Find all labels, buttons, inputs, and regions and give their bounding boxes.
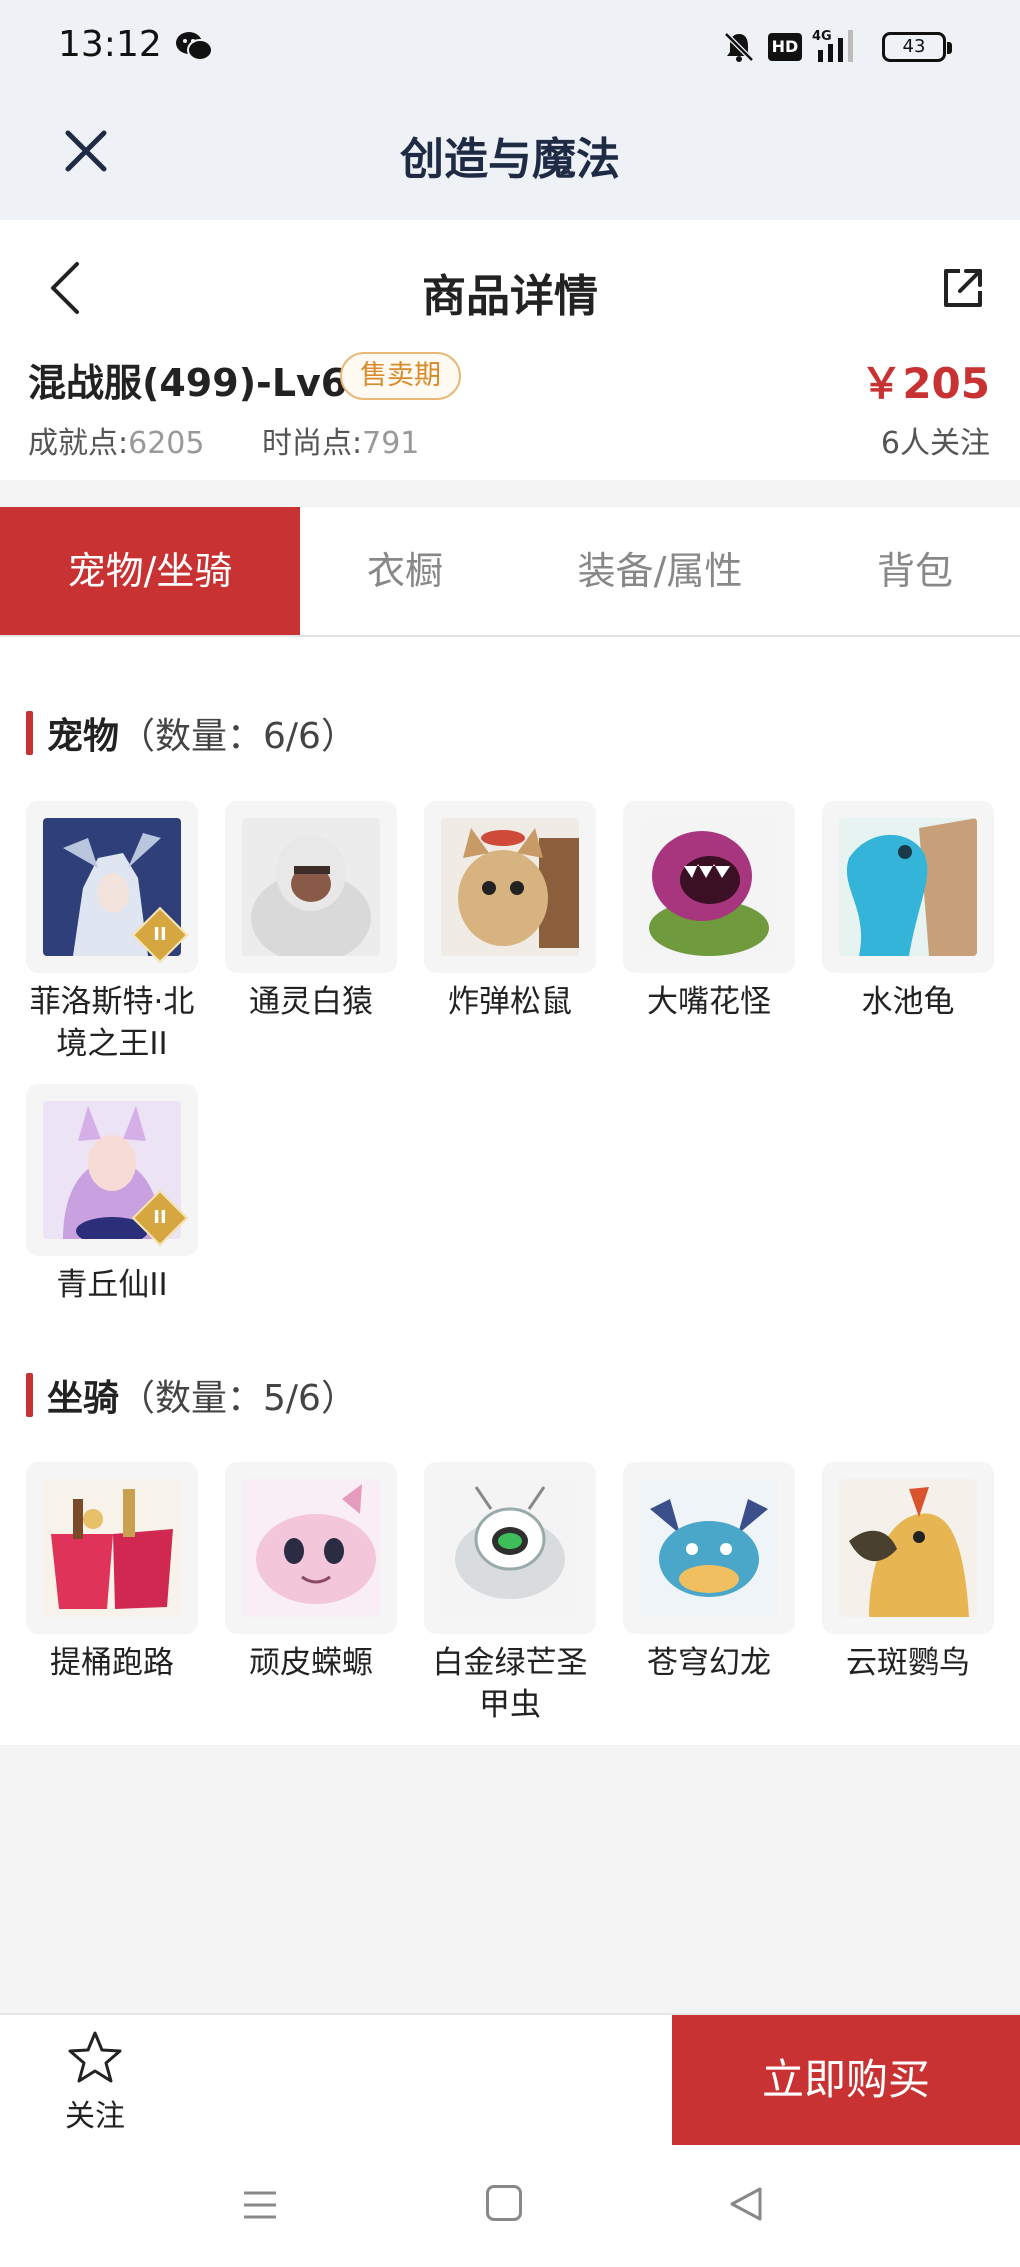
mount-image	[242, 1479, 380, 1617]
mount-image	[43, 1479, 181, 1617]
mounts-section-count: （数量：5/6）	[119, 1378, 357, 1419]
follow-label: 关注	[65, 2099, 125, 2134]
pets-section-title: 宠物	[47, 716, 120, 757]
fashion-value: 791	[362, 426, 420, 461]
mount-name: 白金绿芒圣甲虫	[432, 1645, 588, 1723]
fashion-points: 时尚点:791	[262, 418, 419, 462]
mount-item[interactable]: 云斑鹦鸟	[822, 1462, 994, 1684]
achievement-label: 成就点:	[28, 426, 129, 461]
battery-icon: 43	[882, 32, 952, 62]
wechat-icon	[176, 32, 213, 61]
pet-thumbnail	[623, 801, 795, 973]
section-accent-bar	[26, 1373, 33, 1417]
pet-name: 水池龟	[861, 984, 955, 1020]
pet-item[interactable]: 大嘴花怪	[623, 801, 795, 1023]
hd-icon: HD	[768, 33, 802, 61]
mount-item[interactable]: 白金绿芒圣甲虫	[424, 1462, 596, 1726]
pet-item[interactable]: II 青丘仙II	[26, 1084, 198, 1306]
bell-muted-icon	[724, 32, 754, 62]
pet-item[interactable]: 水池龟	[822, 801, 994, 1023]
tab-pets-mounts[interactable]: 宠物/坐骑	[0, 507, 300, 635]
bottom-action-bar: 关注 立即购买	[0, 2013, 1020, 2145]
pet-image	[839, 818, 977, 956]
pet-image	[640, 818, 778, 956]
nav-back-icon[interactable]	[728, 2185, 764, 2223]
mount-item[interactable]: 提桶跑路	[26, 1462, 198, 1684]
pet-name: 大嘴花怪	[647, 984, 771, 1020]
pet-thumbnail: II	[26, 801, 198, 973]
mount-thumbnail	[424, 1462, 596, 1634]
fashion-label: 时尚点:	[262, 426, 363, 461]
app-title: 创造与魔法	[400, 134, 620, 185]
pet-item[interactable]: 炸弹松鼠	[424, 801, 596, 1023]
buy-now-button[interactable]: 立即购买	[672, 2015, 1020, 2145]
pet-image	[242, 818, 380, 956]
pet-thumbnail	[424, 801, 596, 973]
pet-thumbnail	[225, 801, 397, 973]
mount-thumbnail	[822, 1462, 994, 1634]
pet-name: 通灵白猿	[249, 984, 373, 1020]
tab-wardrobe[interactable]: 衣橱	[300, 507, 510, 635]
status-bar: 13:12 HD 4G 43	[0, 0, 1020, 95]
status-time: 13:12	[58, 24, 162, 65]
mount-name: 苍穹幻龙	[647, 1645, 771, 1681]
achievement-points: 成就点:6205	[28, 418, 204, 462]
svg-text:4G: 4G	[812, 29, 832, 44]
mount-image	[839, 1479, 977, 1617]
tier-badge-label: II	[153, 1207, 167, 1228]
menu-icon[interactable]	[240, 2187, 280, 2223]
pets-mounts-panel: 宠物（数量：6/6） II 菲洛斯特·北境之王II 通灵白猿 炸弹松鼠 大嘴花怪…	[0, 637, 1020, 1745]
share-icon[interactable]	[940, 265, 986, 311]
pet-name: 青丘仙II	[56, 1267, 168, 1303]
pet-name: 炸弹松鼠	[448, 984, 572, 1020]
mount-name: 提桶跑路	[50, 1645, 174, 1681]
pets-section-header: 宠物（数量：6/6）	[26, 707, 357, 759]
tab-backpack[interactable]: 背包	[840, 507, 990, 635]
pet-thumbnail	[822, 801, 994, 973]
tab-equipment-attributes[interactable]: 装备/属性	[540, 507, 780, 635]
product-price: ￥205	[860, 359, 990, 408]
pets-section-count: （数量：6/6）	[119, 716, 357, 757]
achievement-value: 6205	[128, 426, 205, 461]
pet-image	[441, 818, 579, 956]
product-name: 混战服(499)-Lv69	[28, 361, 374, 405]
mount-image	[441, 1479, 579, 1617]
tab-bar: 宠物/坐骑 衣橱 装备/属性 背包	[0, 507, 1020, 637]
mount-thumbnail	[26, 1462, 198, 1634]
star-icon	[68, 2031, 122, 2083]
home-icon[interactable]	[486, 2185, 522, 2221]
mount-thumbnail	[225, 1462, 397, 1634]
tier-badge-label: II	[153, 924, 167, 945]
mounts-section-title: 坐骑	[47, 1378, 120, 1419]
follower-count: 6人关注	[880, 426, 990, 461]
pet-thumbnail: II	[26, 1084, 198, 1256]
pet-item[interactable]: 通灵白猿	[225, 801, 397, 1023]
section-accent-bar	[26, 711, 33, 755]
pet-name: 菲洛斯特·北境之王II	[29, 984, 195, 1062]
mount-name: 云斑鹦鸟	[846, 1645, 970, 1681]
page-title: 商品详情	[422, 271, 598, 322]
app-bar: 创造与魔法	[0, 95, 1020, 220]
signal-icon: 4G	[812, 29, 853, 62]
product-header: 商品详情 混战服(499)-Lv69 售卖期 ￥205 成就点:6205 时尚点…	[0, 220, 1020, 480]
mount-item[interactable]: 苍穹幻龙	[623, 1462, 795, 1684]
pet-item[interactable]: II 菲洛斯特·北境之王II	[26, 801, 198, 1065]
follow-button[interactable]: 关注	[45, 2029, 145, 2139]
mount-thumbnail	[623, 1462, 795, 1634]
mount-item[interactable]: 顽皮蝾螈	[225, 1462, 397, 1684]
mount-image	[640, 1479, 778, 1617]
system-nav-bar	[0, 2145, 1020, 2267]
mount-name: 顽皮蝾螈	[249, 1645, 373, 1681]
sale-status-badge: 售卖期	[340, 352, 461, 400]
mounts-section-header: 坐骑（数量：5/6）	[26, 1369, 357, 1421]
